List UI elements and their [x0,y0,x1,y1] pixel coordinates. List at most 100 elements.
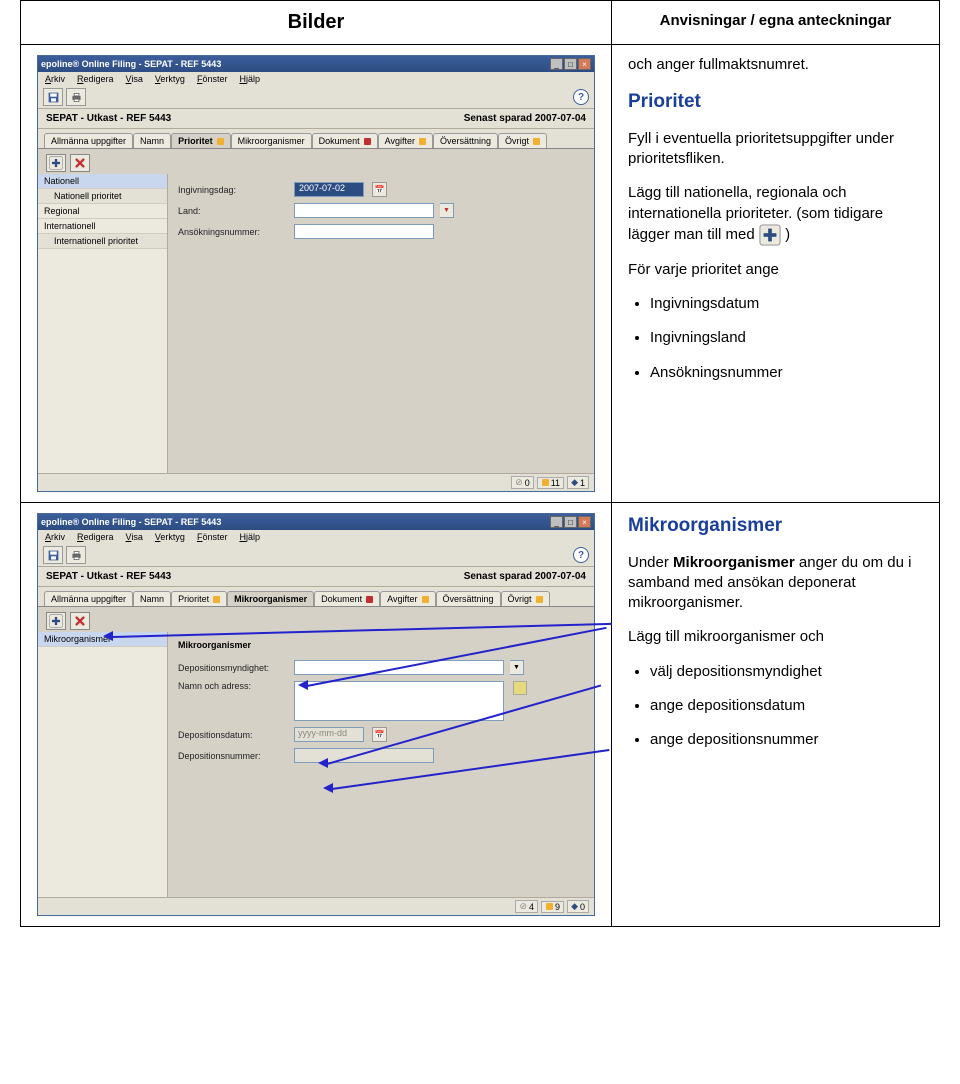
deposit-authority-input[interactable] [294,660,504,675]
instructions-cell-1: och anger fullmaktsnumret. Prioritet Fyl… [612,45,940,503]
arrow-head-icon [318,758,328,768]
menu-item[interactable]: Verktyg [154,74,186,84]
tab[interactable]: Avgifter [378,133,433,148]
minimize-button[interactable]: _ [550,516,563,528]
arrow-head-icon [323,783,333,793]
tab[interactable]: Mikroorganismer [231,133,312,148]
close-button[interactable]: × [578,516,591,528]
window-title: epoline® Online Filing - SEPAT - REF 544… [41,59,549,69]
last-saved: Senast sparad 2007-07-04 [464,571,586,582]
label-deposit-authority: Depositionsmyndighet: [178,663,288,673]
status-info: ◆1 [567,476,589,489]
tab[interactable]: Allmänna uppgifter [44,133,133,148]
label-deposit-date: Depositionsdatum: [178,730,288,740]
deposit-num-input[interactable] [294,748,434,763]
bullet: välj depositionsmyndighet [650,662,923,682]
add-button[interactable] [46,154,66,172]
sidebar-item[interactable]: Nationell [38,174,167,189]
delete-button[interactable] [70,154,90,172]
doc-title: SEPAT - Utkast - REF 5443 [46,571,171,582]
dropdown-icon[interactable]: ▼ [510,660,524,675]
menu-item[interactable]: Arkiv [44,532,66,542]
tab[interactable]: Namn [133,591,171,606]
menu-item[interactable]: Fönster [196,532,229,542]
tab[interactable]: Översättning [436,591,501,606]
menu-item[interactable]: Visa [125,74,144,84]
note-icon[interactable] [513,681,527,695]
delete-button[interactable] [70,612,90,630]
close-button[interactable]: × [578,58,591,70]
section-title: Prioritet [628,89,923,115]
help-icon[interactable]: ? [573,89,589,105]
tab[interactable]: Prioritet [171,591,227,606]
sidebar-item[interactable]: Internationell [38,219,167,234]
tab[interactable]: Namn [133,133,171,148]
tab[interactable]: Övrigt [498,133,547,148]
tab[interactable]: Övrigt [501,591,550,606]
sidebar-item[interactable]: Regional [38,204,167,219]
print-button[interactable] [66,88,86,106]
calendar-icon[interactable]: 📅 [372,182,387,197]
tab[interactable]: Prioritet [171,133,231,148]
sidebar-item[interactable]: Internationell prioritet [38,234,167,249]
tab[interactable]: Avgifter [380,591,435,606]
label-ansok: Ansökningsnummer: [178,227,288,237]
label-ingivningsdag: Ingivningsdag: [178,185,288,195]
bullet: Ingivningsdatum [650,294,923,314]
bullet: Ingivningsland [650,328,923,348]
status-warn: 9 [541,901,564,913]
land-input[interactable] [294,203,434,218]
ingivningsdag-input[interactable]: 2007-07-02 [294,182,364,197]
label-deposit-num: Depositionsnummer: [178,751,288,761]
add-button[interactable] [46,612,66,630]
screenshot-cell-1: epoline® Online Filing - SEPAT - REF 544… [21,45,612,503]
intro-text: och anger fullmaktsnumret. [628,55,923,75]
help-icon[interactable]: ? [573,547,589,563]
status-gray: ⊘0 [511,476,534,489]
instruction-p3: För varje prioritet ange [628,260,923,280]
print-button[interactable] [66,546,86,564]
menu-item[interactable]: Verktyg [154,532,186,542]
menu-item[interactable]: Redigera [76,532,115,542]
sidebar: Nationell Nationell prioritet Regional I… [38,174,168,473]
instruction-p1: Fyll i eventuella prioritetsuppgifter un… [628,129,923,170]
arrow-head-icon [298,680,308,690]
menu-item[interactable]: Redigera [76,74,115,84]
tab[interactable]: Mikroorganismer [227,591,314,606]
minimize-button[interactable]: _ [550,58,563,70]
tab[interactable]: Översättning [433,133,498,148]
menu-item[interactable]: Fönster [196,74,229,84]
dropdown-icon[interactable]: ▼ [440,203,454,218]
maximize-button[interactable]: □ [564,58,577,70]
screenshot-cell-2: epoline® Online Filing - SEPAT - REF 544… [21,503,612,927]
instruction-p2: Lägg till mikroorganismer och [628,627,923,647]
menu-item[interactable]: Arkiv [44,74,66,84]
status-info: ◆0 [567,900,589,913]
arrow-head-icon [103,631,113,641]
save-button[interactable] [43,546,63,564]
bullet: Ansökningsnummer [650,363,923,383]
header-left: Bilder [21,1,612,45]
calendar-icon[interactable]: 📅 [372,727,387,742]
instructions-cell-2: Mikroorganismer Under Mikroorganismer an… [612,503,940,927]
app-window-microorganisms: epoline® Online Filing - SEPAT - REF 544… [37,513,595,916]
doc-title: SEPAT - Utkast - REF 5443 [46,113,171,124]
save-button[interactable] [43,88,63,106]
tab[interactable]: Dokument [314,591,380,606]
tabbar: Allmänna uppgifterNamnPrioritetMikroorga… [38,129,594,149]
label-land: Land: [178,206,288,216]
maximize-button[interactable]: □ [564,516,577,528]
tabbar: Allmänna uppgifterNamnPrioritetMikroorga… [38,587,594,607]
tab[interactable]: Dokument [312,133,378,148]
menu-item[interactable]: Hjälp [238,74,261,84]
label-name-addr: Namn och adress: [178,681,288,691]
ansok-input[interactable] [294,224,434,239]
name-addr-input[interactable] [294,681,504,721]
menu-item[interactable]: Visa [125,532,144,542]
menu-item[interactable]: Hjälp [238,532,261,542]
sidebar-item[interactable]: Nationell prioritet [38,189,167,204]
deposit-date-input[interactable]: yyyy-mm-dd [294,727,364,742]
window-title: epoline® Online Filing - SEPAT - REF 544… [41,517,549,527]
tab[interactable]: Allmänna uppgifter [44,591,133,606]
bullet: ange depositionsdatum [650,696,923,716]
